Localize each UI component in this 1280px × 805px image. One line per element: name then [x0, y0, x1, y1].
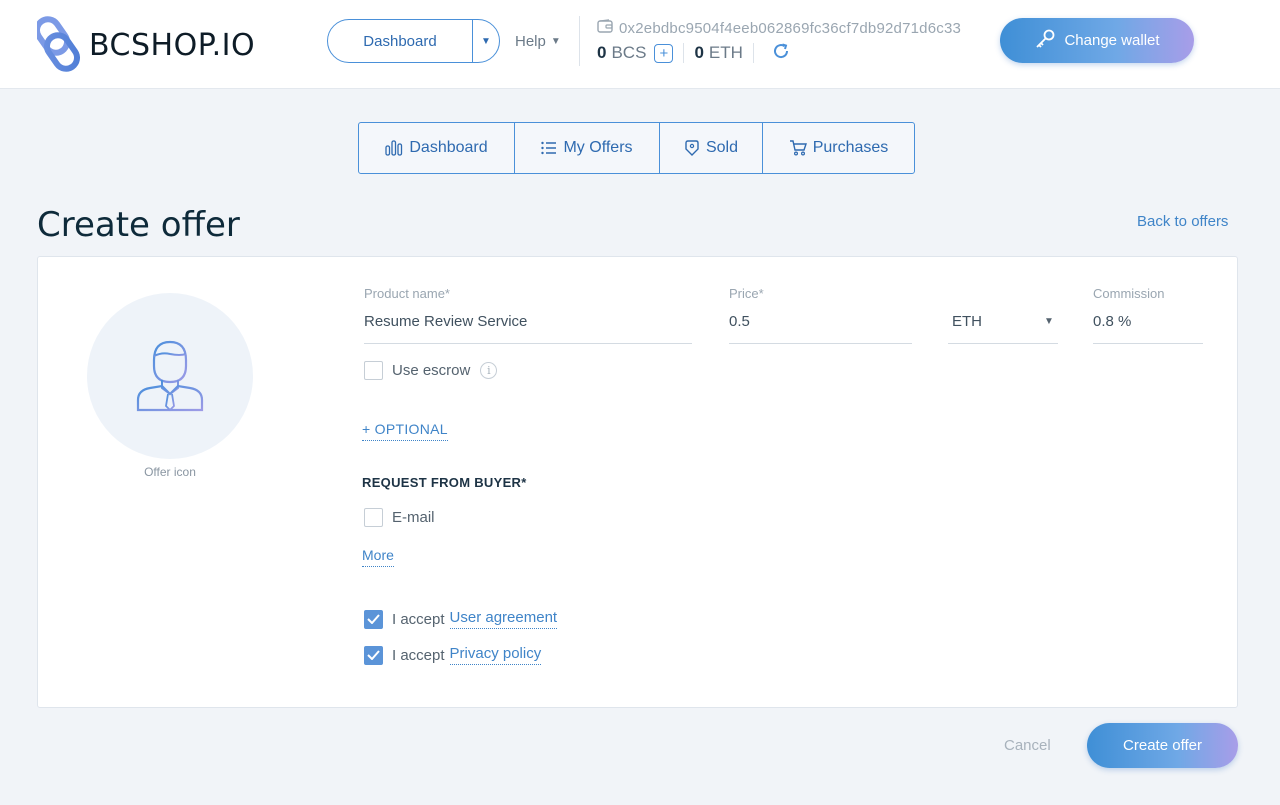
bcs-unit: BCS — [611, 43, 647, 62]
person-avatar-icon — [134, 336, 206, 417]
price-input[interactable]: 0.5 — [729, 313, 750, 330]
use-escrow-label: Use escrow — [392, 362, 471, 379]
commission-underline — [1093, 343, 1203, 344]
bar-chart-icon — [385, 140, 403, 156]
price-label: Price* — [729, 286, 764, 301]
add-bcs-plus-icon[interactable]: + — [654, 43, 674, 63]
tab-label: Sold — [705, 139, 739, 156]
refresh-icon[interactable] — [772, 42, 790, 64]
user-agreement-link[interactable]: User agreement — [449, 609, 558, 629]
balance-divider — [683, 43, 685, 63]
user-agreement-row: I accept User agreement — [364, 609, 558, 629]
help-menu[interactable]: Help ▼ — [515, 33, 561, 50]
top-header: BCSHOP.IO Dashboard ▼ Help ▼ 0x2ebdbc950… — [0, 0, 1280, 89]
eth-amount: 0 — [694, 43, 704, 62]
commission-value: 0.8 % — [1093, 313, 1132, 330]
email-checkbox[interactable] — [364, 508, 383, 527]
commission-label: Commission — [1093, 286, 1165, 301]
accept-text: I accept — [392, 610, 445, 628]
email-row: E-mail — [364, 508, 435, 527]
use-escrow-row: Use escrow i — [364, 361, 498, 380]
cancel-button[interactable]: Cancel — [1004, 737, 1051, 754]
cart-icon — [789, 140, 807, 156]
currency-underline — [948, 343, 1058, 344]
tab-purchases[interactable]: Purchases — [763, 123, 914, 173]
bcs-amount: 0 — [597, 43, 607, 62]
balances: 0 BCS + 0 ETH — [597, 42, 790, 64]
brand-name: BCSHOP.IO — [89, 27, 256, 63]
use-escrow-checkbox[interactable] — [364, 361, 383, 380]
product-name-input[interactable]: Resume Review Service — [364, 313, 527, 330]
page-title: Create offer — [37, 205, 240, 245]
tab-sold[interactable]: Sold — [660, 123, 763, 173]
wallet-address-text: 0x2ebdbc9504f4eeb062869fc36cf7db92d71d6c… — [619, 19, 962, 37]
eth-unit: ETH — [708, 43, 743, 62]
create-offer-form: Offer icon Product name* Resume Review S… — [37, 256, 1238, 708]
info-icon[interactable]: i — [480, 362, 498, 379]
key-icon — [1034, 28, 1056, 54]
privacy-policy-row: I accept Privacy policy — [364, 645, 542, 665]
product-name-underline — [364, 343, 692, 344]
price-underline — [729, 343, 912, 344]
tab-label: Purchases — [812, 139, 889, 156]
help-label: Help — [515, 33, 546, 50]
wallet-icon — [597, 19, 613, 37]
change-wallet-label: Change wallet — [1064, 32, 1160, 49]
email-label: E-mail — [392, 509, 435, 526]
offer-icon-label: Offer icon — [144, 465, 196, 479]
request-from-buyer-title: REQUEST FROM BUYER* — [362, 475, 527, 490]
dashboard-select-label: Dashboard — [363, 32, 437, 50]
caret-down-icon: ▼ — [550, 36, 561, 47]
logo-icon — [37, 16, 81, 74]
tab-dashboard[interactable]: Dashboard — [359, 123, 515, 173]
privacy-policy-checkbox[interactable] — [364, 645, 383, 665]
currency-caret-icon[interactable]: ▼ — [1044, 316, 1054, 327]
tab-my-offers[interactable]: My Offers — [515, 123, 660, 173]
wallet-address: 0x2ebdbc9504f4eeb062869fc36cf7db92d71d6c… — [597, 19, 961, 37]
dashboard-select[interactable]: Dashboard ▼ — [327, 19, 500, 63]
list-icon — [541, 141, 557, 155]
accept-text: I accept — [392, 646, 445, 664]
user-agreement-checkbox[interactable] — [364, 609, 383, 629]
tab-label: Dashboard — [409, 139, 488, 156]
optional-toggle-link[interactable]: + OPTIONAL — [362, 421, 448, 441]
create-offer-button[interactable]: Create offer — [1087, 723, 1238, 768]
main-tabs: Dashboard My Offers Sold Purchases — [358, 122, 915, 174]
privacy-policy-link[interactable]: Privacy policy — [449, 645, 542, 665]
back-to-offers-link[interactable]: Back to offers — [1137, 213, 1228, 230]
tab-label: My Offers — [563, 139, 633, 156]
chevron-down-icon[interactable]: ▼ — [473, 36, 499, 47]
product-name-label: Product name* — [364, 286, 450, 301]
currency-select[interactable]: ETH — [952, 313, 982, 330]
more-link[interactable]: More — [362, 547, 394, 567]
tag-icon — [684, 140, 700, 156]
balance-divider-2 — [752, 43, 754, 63]
change-wallet-button[interactable]: Change wallet — [1000, 18, 1194, 63]
header-divider — [579, 16, 580, 66]
logo[interactable]: BCSHOP.IO — [37, 16, 255, 74]
offer-icon-upload[interactable] — [87, 293, 253, 459]
